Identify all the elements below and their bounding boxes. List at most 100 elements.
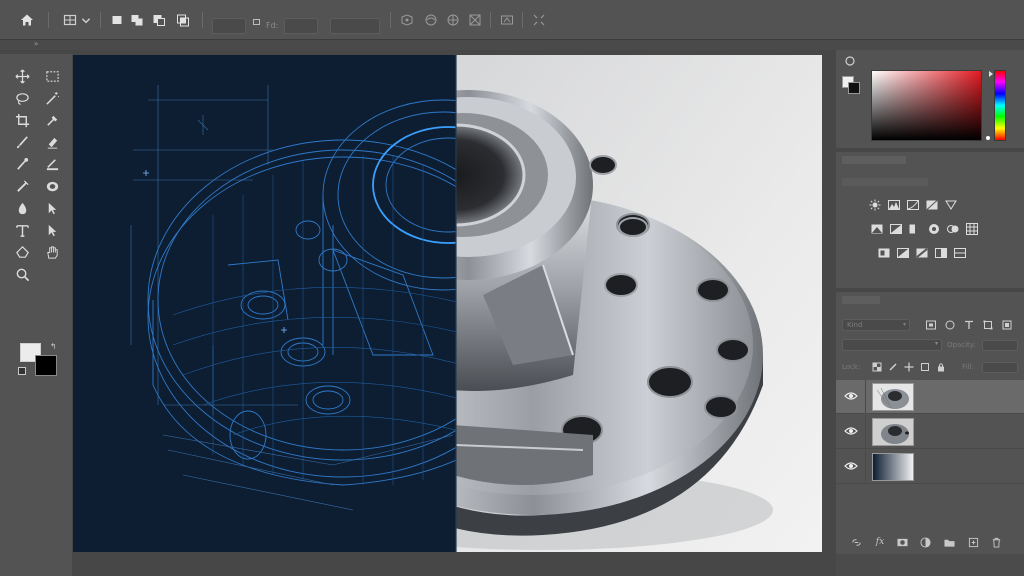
opacity-label: Opacity: [947,341,976,349]
magic-wand-tool-icon[interactable] [41,88,63,108]
channel-mixer-icon[interactable] [946,222,959,235]
tab-adjustments[interactable] [842,156,906,164]
hue-slider[interactable] [994,70,1006,141]
adjustment-filter-icon[interactable] [945,320,956,331]
color-picker-marker[interactable] [986,136,990,140]
layer-row-wireframe[interactable] [836,380,1024,414]
link-layers-icon[interactable] [850,536,862,548]
crop-tool-icon[interactable] [11,110,33,130]
lock-all-icon[interactable] [936,362,946,372]
eye-icon[interactable] [844,391,858,401]
black-white-icon[interactable] [908,222,921,235]
marquee-tool-icon[interactable] [41,66,63,86]
exposure-icon[interactable] [925,198,938,211]
clone-stamp-tool-icon[interactable] [11,154,33,174]
group-icon[interactable] [943,536,955,548]
warp-icon[interactable] [422,11,440,29]
lasso-tool-icon[interactable] [11,88,33,108]
hand-tool-icon[interactable] [41,242,63,262]
move-tool-icon[interactable] [11,66,33,86]
tab-layers[interactable] [842,296,880,304]
delete-icon[interactable] [990,536,1002,548]
eye-icon[interactable] [844,461,858,471]
lock-position-icon[interactable] [904,362,914,372]
vibrance-icon[interactable] [944,198,957,211]
eraser-tool-icon[interactable] [41,132,63,152]
type-tool-icon[interactable] [11,220,33,240]
layer-row-gradient[interactable] [836,450,1024,484]
curves-icon[interactable] [906,198,919,211]
new-layer-icon[interactable] [967,536,979,548]
path-selection-tool-icon[interactable] [41,198,63,218]
smart-object-filter-icon[interactable] [1002,320,1013,331]
home-icon[interactable] [18,11,36,29]
direct-selection-tool-icon[interactable] [41,220,63,240]
swap-colors-icon[interactable]: ↰ [50,342,57,351]
lock-artboard-icon[interactable] [920,362,930,372]
transform-icon[interactable] [398,11,416,29]
color-panel [836,50,1024,148]
blur-tool-icon[interactable] [11,198,33,218]
frame-icon[interactable] [466,11,484,29]
document-canvas[interactable] [73,55,822,552]
hue-slider-handle[interactable] [989,71,993,77]
color-lookup-icon[interactable] [965,222,978,235]
mask-icon[interactable] [896,536,908,548]
chevron-down-icon: ▾ [902,321,906,328]
shape-filter-icon[interactable] [983,320,994,331]
default-colors-icon[interactable] [18,367,26,375]
color-field[interactable] [871,70,982,141]
expand-icon[interactable] [530,11,548,29]
color-balance-icon[interactable] [889,222,902,235]
background-color-swatch[interactable] [35,355,57,376]
brightness-icon[interactable] [868,198,881,211]
lock-image-icon[interactable] [888,362,898,372]
shape-tool-icon[interactable] [11,242,33,262]
type-filter-icon[interactable] [964,320,975,331]
tab-strip: » [0,40,1024,50]
adjustment-layer-icon[interactable] [919,536,931,548]
link-icon[interactable] [252,16,262,28]
layer-row-render[interactable] [836,415,1024,449]
marquee-options-icon[interactable] [61,11,79,29]
posterize-icon[interactable] [896,246,909,259]
chevron-down-icon[interactable] [80,11,92,29]
height-field[interactable] [330,18,380,34]
gradient-map-icon[interactable] [934,246,947,259]
add-selection-icon[interactable] [128,11,146,29]
selective-color-icon[interactable] [953,246,966,259]
perspective-icon[interactable] [444,11,462,29]
kind-filter-select[interactable]: Kind ▾ [842,319,910,331]
history-brush-tool-icon[interactable] [41,154,63,174]
collapse-chevron-icon[interactable]: » [34,40,38,48]
zoom-tool-icon[interactable] [11,264,33,284]
threshold-icon[interactable] [915,246,928,259]
heal-tool-icon[interactable] [11,176,33,196]
fx-icon[interactable]: fx [874,536,886,548]
eyedropper-tool-icon[interactable] [41,110,63,130]
background-color-chip[interactable] [848,82,860,94]
color-wheel-icon [845,56,855,66]
tools-panel: ↰ [0,54,72,576]
feather-field[interactable] [212,18,246,34]
width-field[interactable] [284,18,318,34]
subtract-selection-icon[interactable] [150,11,168,29]
panel-footer-strip [836,554,1024,576]
layer-thumbnail [872,383,914,411]
new-selection-icon[interactable] [108,11,126,29]
invert-icon[interactable] [877,246,890,259]
levels-icon[interactable] [887,198,900,211]
paint-bucket-tool-icon[interactable] [41,176,63,196]
hue-saturation-icon[interactable] [870,222,883,235]
lock-transparent-icon[interactable] [872,362,882,372]
pixel-filter-icon[interactable] [926,320,937,331]
brush-tool-icon[interactable] [11,132,33,152]
photo-filter-icon[interactable] [927,222,940,235]
divider [865,380,866,414]
view-icon[interactable] [498,11,516,29]
fill-field[interactable] [982,362,1018,373]
intersect-selection-icon[interactable] [174,11,192,29]
opacity-field[interactable] [982,340,1018,351]
blend-mode-select[interactable]: ▾ [842,339,942,351]
eye-icon[interactable] [844,426,858,436]
